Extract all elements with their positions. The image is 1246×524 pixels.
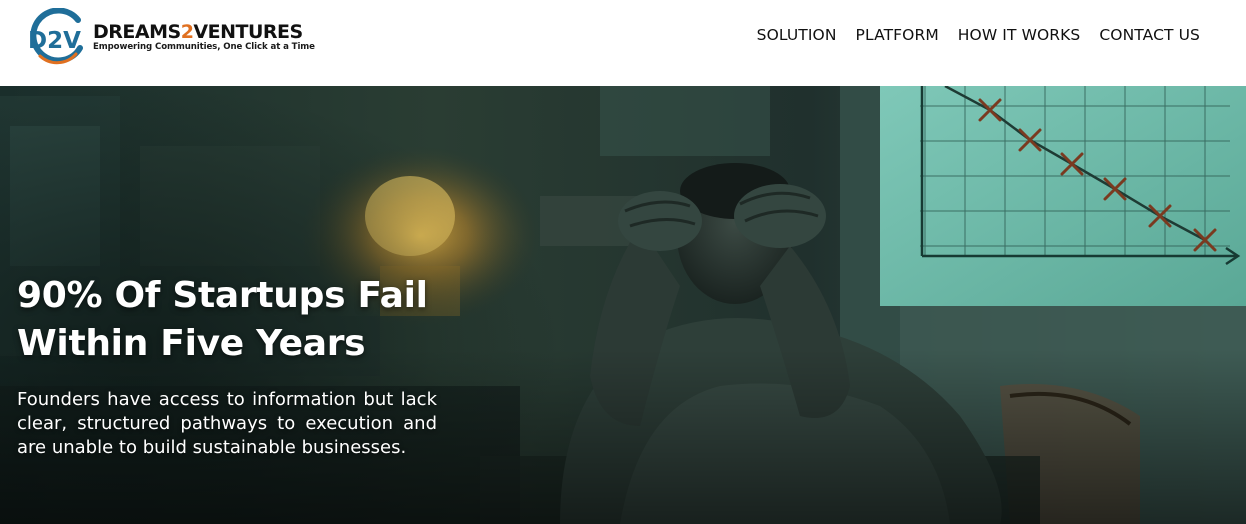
site-header: D2V DREAMS2VENTURES Empowering Communiti… bbox=[0, 0, 1246, 86]
svg-text:D2V: D2V bbox=[28, 28, 81, 54]
nav-item-solution[interactable]: SOLUTION bbox=[757, 24, 837, 46]
nav-item-platform[interactable]: PLATFORM bbox=[856, 24, 939, 46]
logo-mark-icon: D2V bbox=[26, 8, 90, 66]
hero-title-line-1: 90% Of Startups Fail bbox=[17, 275, 428, 316]
brand-name: DREAMS2VENTURES bbox=[93, 21, 303, 43]
brand-logo[interactable]: D2V DREAMS2VENTURES Empowering Communiti… bbox=[26, 8, 336, 68]
main-nav: SOLUTION PLATFORM HOW IT WORKS CONTACT U… bbox=[757, 24, 1200, 46]
hero-description: Founders have access to information but … bbox=[17, 389, 437, 458]
brand-tagline: Empowering Communities, One Click at a T… bbox=[93, 42, 315, 52]
nav-item-how-it-works[interactable]: HOW IT WORKS bbox=[958, 24, 1081, 46]
brand-name-part2: VENTURES bbox=[193, 21, 303, 43]
nav-item-contact-us[interactable]: CONTACT US bbox=[1099, 24, 1200, 46]
brand-name-accent: 2 bbox=[180, 21, 194, 43]
hero-section: 90% Of Startups Fail Within Five Years F… bbox=[0, 86, 1246, 524]
hero-title-line-2: Within Five Years bbox=[17, 323, 366, 364]
brand-name-part1: DREAMS bbox=[93, 21, 181, 43]
hero-title: 90% Of Startups Fail Within Five Years bbox=[17, 272, 517, 368]
